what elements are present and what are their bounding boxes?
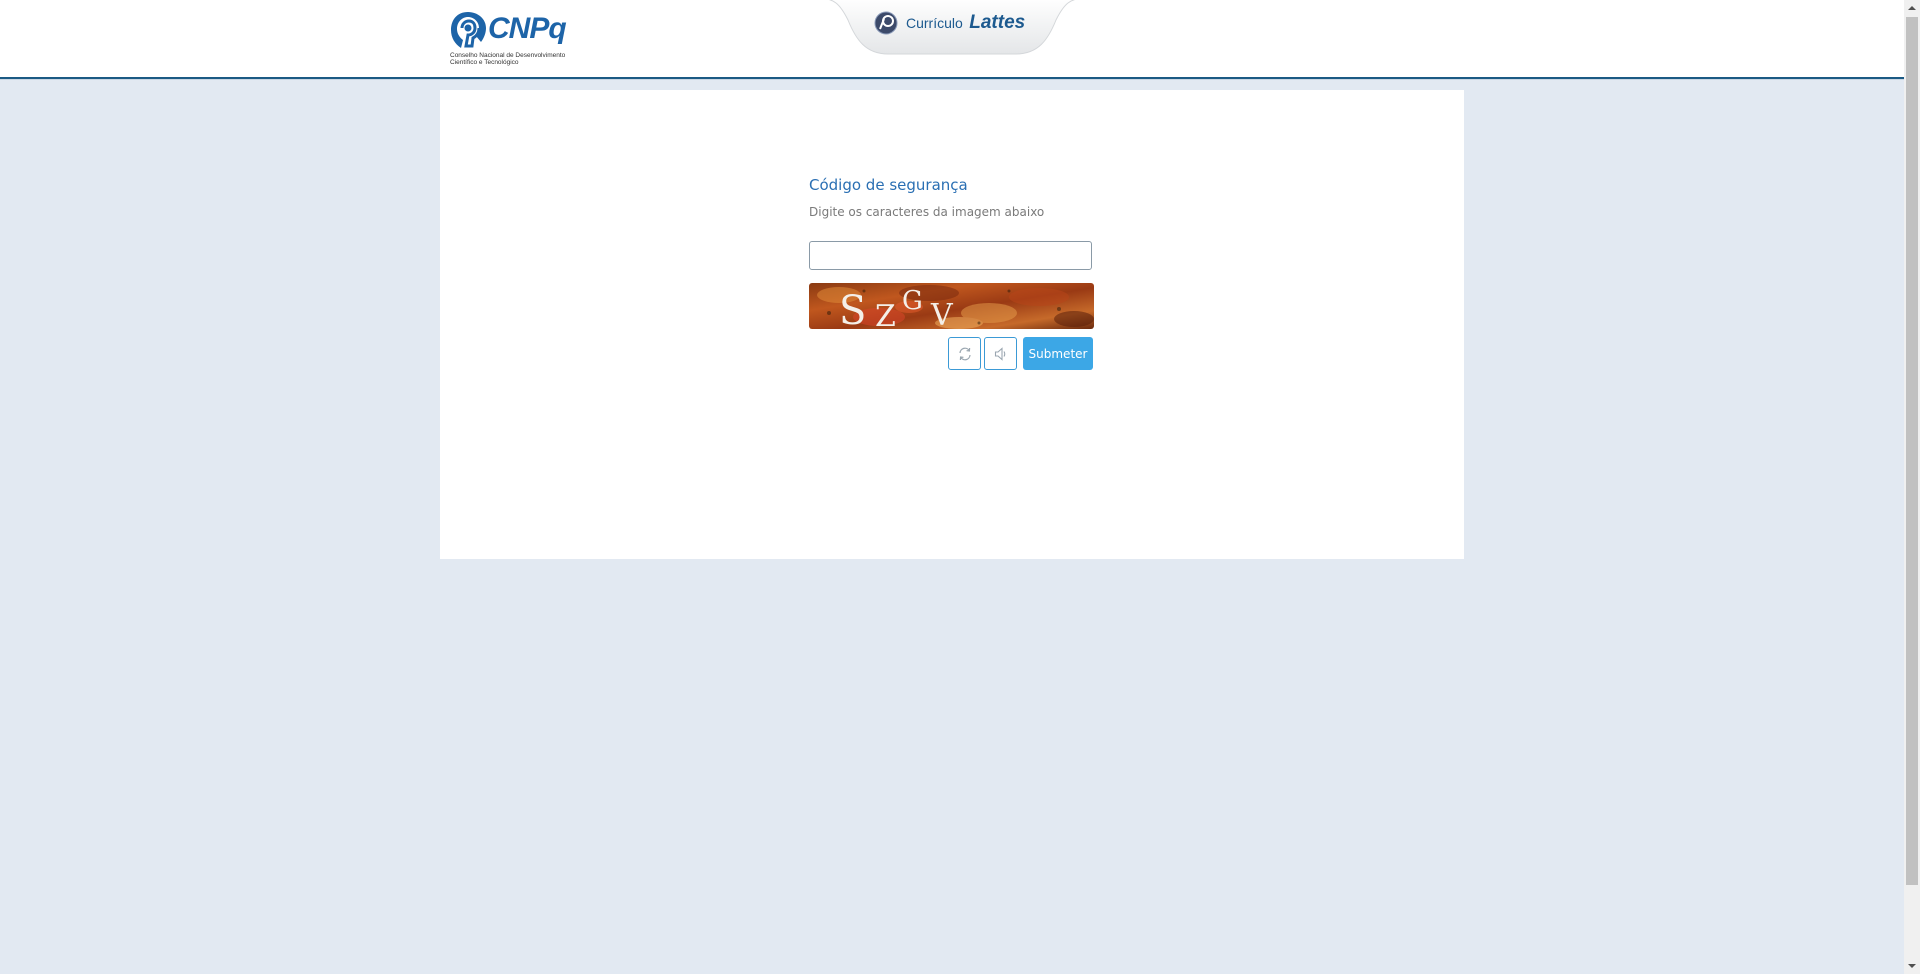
refresh-icon <box>958 347 971 360</box>
lattes-tab-label: Currículo Lattes <box>906 12 1025 34</box>
captcha-image: S Z G V <box>809 283 1094 329</box>
captcha-char-2: Z <box>875 299 896 329</box>
scroll-down-arrow-icon[interactable] <box>1904 958 1920 974</box>
lattes-tab-prefix: Currículo <box>906 15 963 31</box>
scrollbar-thumb[interactable] <box>1906 17 1918 885</box>
cnpq-subtitle-line2: Científico e Tecnológico <box>450 59 519 66</box>
cnpq-wordmark: CNPq <box>488 12 567 45</box>
captcha-input[interactable] <box>809 241 1092 270</box>
cnpq-logo[interactable]: CNPq Conselho Nacional de Desenvolviment… <box>448 8 578 70</box>
form-subtitle: Digite os caracteres da imagem abaixo <box>809 205 1045 219</box>
cnpq-subtitle-line1: Conselho Nacional de Desenvolvimento <box>450 52 566 59</box>
captcha-char-4: V <box>930 298 954 329</box>
submit-button[interactable]: Submeter <box>1023 337 1093 370</box>
captcha-char-3: G <box>902 286 923 316</box>
vertical-scrollbar[interactable] <box>1904 0 1920 974</box>
cnpq-subtitle: Conselho Nacional de Desenvolvimento Cie… <box>450 52 580 66</box>
captcha-image-art: S Z G V <box>809 283 1094 329</box>
content-panel: Código de segurança Digite os caracteres… <box>440 90 1464 559</box>
lattes-emblem-icon <box>874 11 898 35</box>
lattes-tab-name: Lattes <box>969 12 1026 33</box>
cnpq-head-icon <box>451 12 486 48</box>
curriculo-lattes-tab[interactable]: Currículo Lattes <box>818 0 1086 56</box>
audio-captcha-button[interactable] <box>984 337 1017 370</box>
scroll-up-arrow-icon[interactable] <box>1904 0 1920 16</box>
captcha-char-1: S <box>839 288 866 329</box>
speaker-icon <box>994 346 1005 361</box>
refresh-captcha-button[interactable] <box>948 337 981 370</box>
site-header: CNPq Conselho Nacional de Desenvolviment… <box>0 0 1904 79</box>
form-title: Código de segurança <box>809 176 968 194</box>
page: CNPq Conselho Nacional de Desenvolviment… <box>0 0 1904 974</box>
